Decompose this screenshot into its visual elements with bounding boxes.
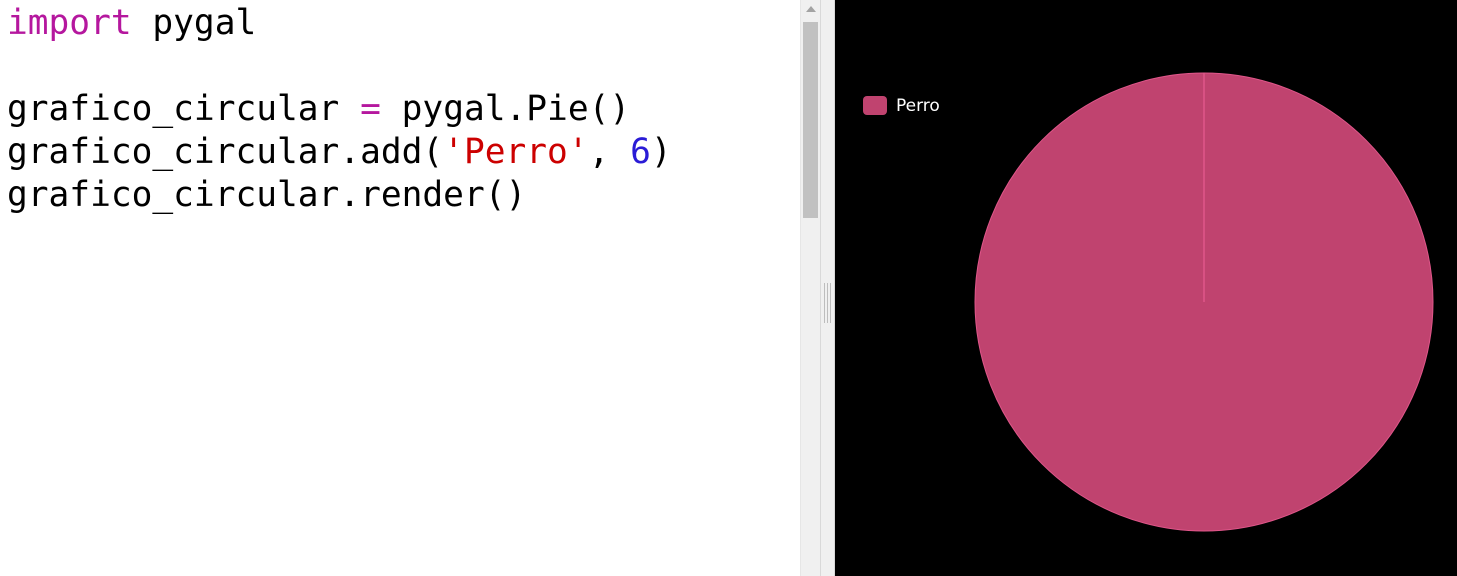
editor-vertical-scrollbar[interactable] — [800, 0, 820, 576]
chart-output-panel: Perro — [835, 0, 1457, 576]
code-token: import — [7, 3, 132, 43]
code-token: ) — [650, 132, 672, 172]
legend-label: Perro — [896, 96, 940, 116]
code-line: grafico_circular.render() — [7, 174, 672, 217]
code-token: pygal.Pie() — [380, 89, 631, 129]
scrollbar-thumb[interactable] — [803, 22, 818, 218]
code-line: grafico_circular = pygal.Pie() — [7, 88, 672, 131]
code-token: , — [588, 132, 631, 172]
code-token: 6 — [630, 132, 651, 172]
code-line: import pygal — [7, 2, 672, 45]
code-token: 'Perro' — [443, 132, 589, 172]
code-editor[interactable]: import pygal grafico_circular = pygal.Pi… — [0, 0, 800, 576]
code-token: grafico_circular.render() — [7, 175, 527, 215]
scroll-up-arrow-icon[interactable] — [806, 6, 816, 12]
code-line: grafico_circular.add('Perro', 6) — [7, 131, 672, 174]
code-token: grafico_circular — [7, 89, 361, 129]
code-text[interactable]: import pygal grafico_circular = pygal.Pi… — [7, 2, 672, 217]
code-token: grafico_circular.add( — [7, 132, 444, 172]
pie-slices — [974, 72, 1434, 532]
splitter-grip-icon[interactable] — [824, 283, 831, 323]
legend-swatch[interactable] — [863, 96, 887, 115]
pane-splitter[interactable] — [820, 0, 835, 576]
pie-chart: Perro — [863, 72, 1434, 532]
code-token: = — [360, 89, 381, 129]
code-token: pygal — [131, 3, 257, 43]
chart-legend: Perro — [863, 96, 940, 116]
